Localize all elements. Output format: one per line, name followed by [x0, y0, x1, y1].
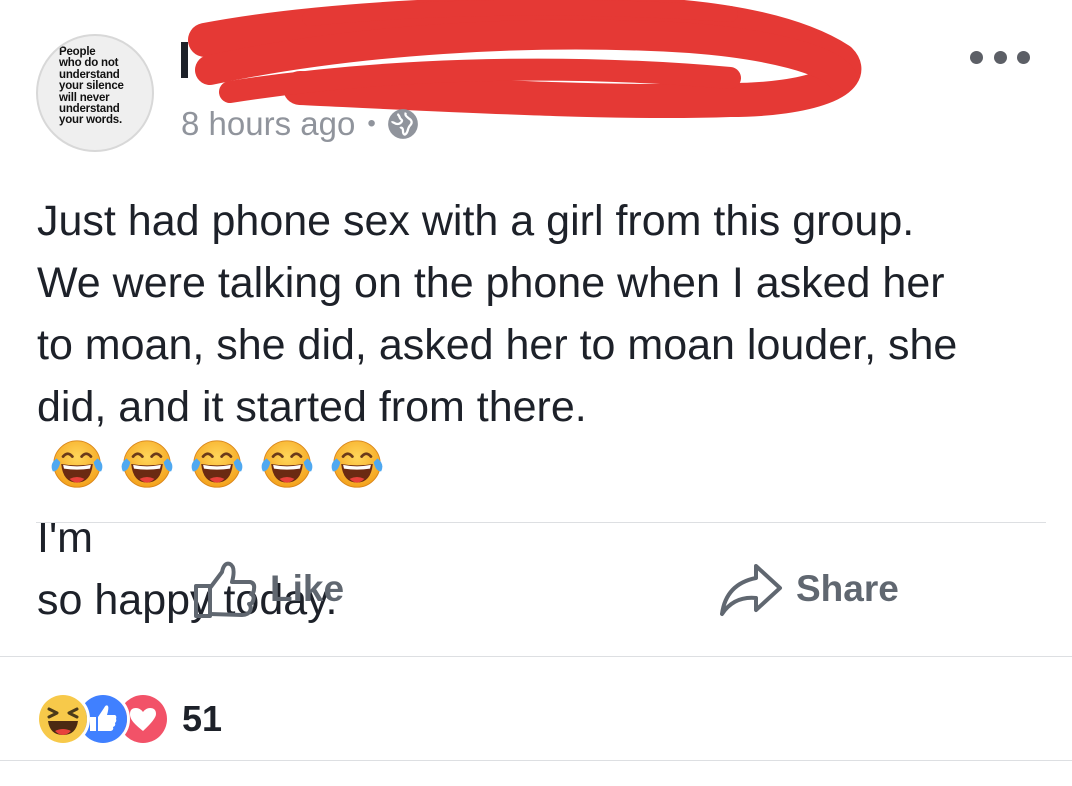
globe-icon[interactable] — [386, 107, 420, 141]
tears-of-joy-emoji-icon — [120, 439, 174, 489]
post-line: We were talking on the phone when I aske… — [37, 259, 945, 307]
post-line: Just had phone sex with a girl from this… — [37, 197, 915, 245]
author-avatar[interactable]: People who do not understand your silenc… — [36, 34, 154, 152]
post-line: to moan, she did, asked her to moan loud… — [37, 321, 958, 369]
avatar-quote-text: People who do not understand your silenc… — [59, 46, 149, 127]
meta-separator-dot: • — [367, 110, 376, 137]
share-button[interactable]: Share — [718, 558, 899, 620]
emoji-row — [47, 438, 1045, 507]
reactions-summary[interactable]: 51 — [36, 692, 222, 746]
divider — [0, 656, 1072, 657]
more-options-button[interactable] — [970, 44, 1030, 70]
like-label: Like — [270, 568, 345, 609]
post-line: did, and it started from there. I'm — [37, 376, 1057, 569]
name-redaction-scribble — [188, 0, 861, 119]
thumbs-up-icon — [194, 561, 257, 618]
divider — [0, 760, 1072, 761]
tears-of-joy-emoji-icon — [260, 439, 314, 489]
post-line: so happy today. — [37, 576, 338, 624]
post-timestamp[interactable]: 8 hours ago — [181, 104, 355, 144]
avatar-line: your words. — [59, 114, 122, 127]
share-label: Share — [796, 568, 899, 609]
post-line-segment: did, and it started from there. — [37, 383, 587, 431]
post-body: Just had phone sex with a girl from this… — [37, 190, 1057, 631]
ellipsis-icon — [970, 50, 983, 64]
divider — [36, 522, 1046, 523]
tears-of-joy-emoji-icon — [50, 439, 104, 489]
avatar-line: your silence — [59, 80, 124, 93]
reaction-count: 51 — [182, 698, 223, 739]
tears-of-joy-emoji-icon — [330, 439, 384, 489]
tears-of-joy-emoji-icon — [190, 439, 244, 489]
like-button[interactable]: Like — [192, 558, 344, 620]
haha-reaction-icon — [36, 692, 90, 746]
share-arrow-icon — [720, 564, 782, 616]
post-meta: 8 hours ago • — [181, 104, 420, 144]
